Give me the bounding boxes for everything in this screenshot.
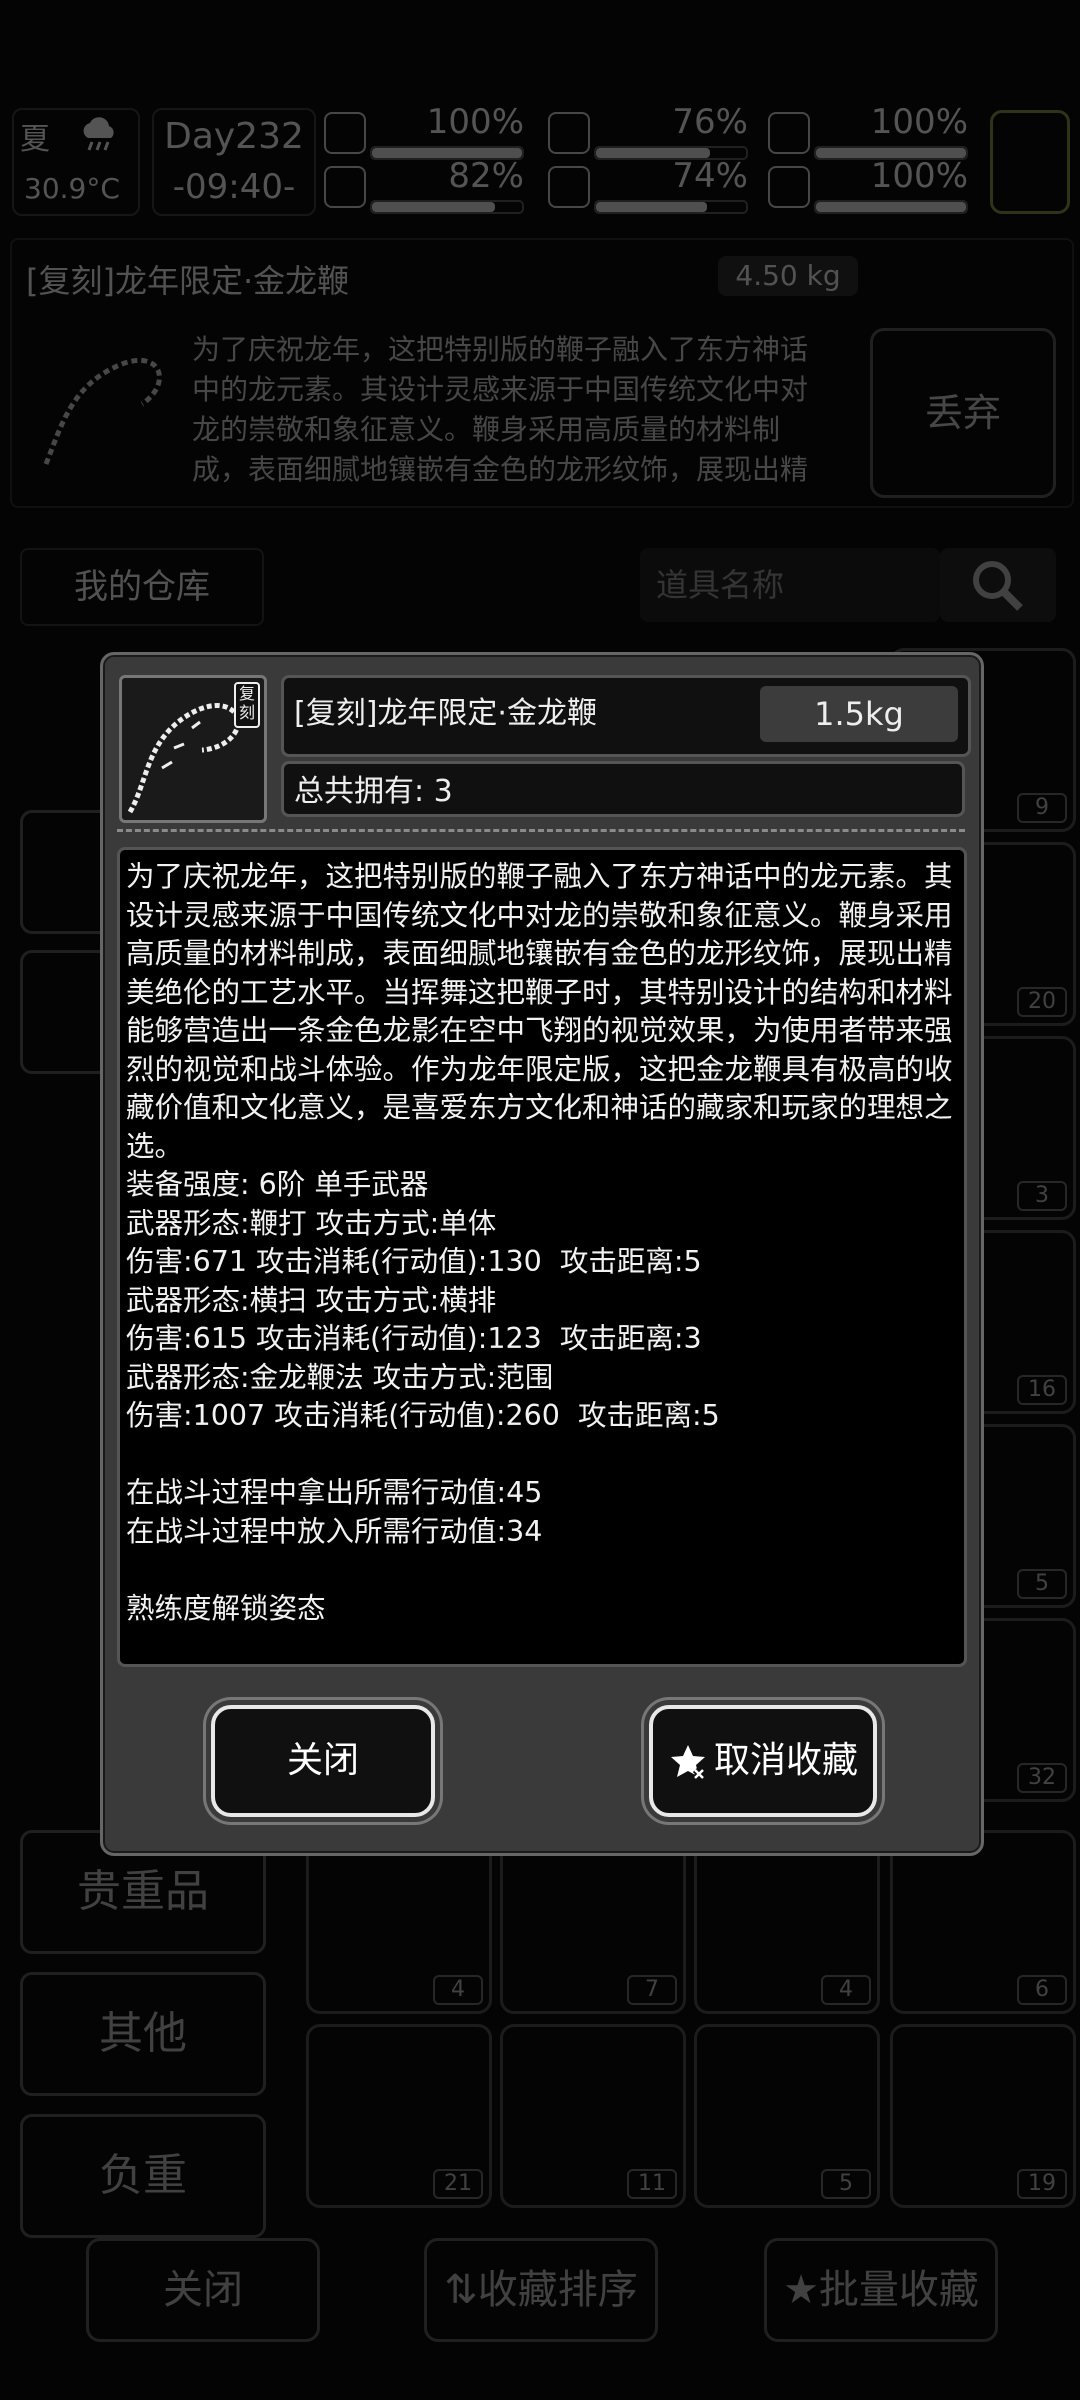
item-count: 21 (433, 2169, 483, 2199)
sort-icon: ⇅ (444, 2267, 478, 2313)
day-counter: Day232 (164, 116, 304, 157)
medkit-icon (324, 112, 366, 154)
stat-value: 100% (426, 102, 524, 142)
item-weight: 4.50 kg (718, 256, 858, 296)
item-count: 7 (627, 1975, 677, 2005)
inventory-slot[interactable]: 7 (500, 1830, 686, 2014)
status-bar: 夏 30.9°C Day232 -09:40- 100% 76% 100% 82% 74… (0, 100, 1080, 224)
item-name: [复刻]龙年限定·金龙鞭 (294, 696, 597, 731)
tab-my-warehouse[interactable]: 我的仓库 (20, 548, 264, 626)
inventory-slot[interactable]: 4 (306, 1830, 492, 2014)
equipped-slot[interactable] (990, 110, 1070, 214)
stat-bar (814, 200, 968, 214)
stomach-icon (548, 112, 590, 154)
star-icon: ★ (783, 2267, 819, 2313)
stat-value: 100% (870, 102, 968, 142)
category-tab[interactable]: 其他 (20, 1972, 266, 2096)
item-count: 3 (1017, 1181, 1067, 1211)
bladder-icon (768, 112, 810, 154)
season-label: 夏 (20, 122, 50, 157)
bottom-action-bar: 关闭 ⇅收藏排序 ★批量收藏 (0, 2196, 1080, 2400)
item-count: 4 (433, 1975, 483, 2005)
selected-item-panel: [复刻]龙年限定·金龙鞭 4.50 kg 为了庆祝龙年，这把特别版的鞭子融入了东… (10, 238, 1074, 508)
item-count: 19 (1017, 2169, 1067, 2199)
stat-meter: 74% (548, 156, 748, 218)
item-thumbnail: 复刻 (119, 675, 267, 823)
item-description: 为了庆祝龙年，这把特别版的鞭子融入了东方神话中的龙元素。其设计灵感来源于中国传统… (126, 860, 953, 1625)
item-count: 9 (1017, 793, 1067, 823)
item-count: 6 (1017, 1975, 1067, 2005)
search-button[interactable] (940, 548, 1056, 622)
close-button[interactable]: 关闭 (86, 2238, 320, 2342)
stat-bar (594, 200, 748, 214)
boot-icon (324, 166, 366, 208)
clock: -09:40- (172, 167, 296, 207)
item-count: 32 (1017, 1763, 1067, 1793)
stat-meter: 100% (768, 156, 968, 218)
stat-value: 74% (672, 156, 748, 196)
item-name-row: [复刻]龙年限定·金龙鞭 1.5kg (281, 675, 971, 757)
inventory-slot[interactable]: 11 (500, 2024, 686, 2208)
whip-icon (43, 357, 162, 465)
favorite-sort-label: 收藏排序 (477, 2267, 638, 2313)
item-name: [复刻]龙年限定·金龙鞭 (26, 262, 350, 300)
unfavorite-button[interactable]: 取消收藏 (649, 1705, 877, 1817)
favorite-sort-button[interactable]: ⇅收藏排序 (424, 2238, 658, 2342)
stat-value: 76% (672, 102, 748, 142)
item-count: 5 (821, 2169, 871, 2199)
season-weather-panel: 夏 30.9°C (12, 108, 140, 216)
item-detail-dialog: 复刻 [复刻]龙年限定·金龙鞭 1.5kg 总共拥有: 3 为了庆祝龙年，这把特… (100, 652, 984, 1856)
stat-bar-fill (372, 202, 495, 212)
item-weight: 1.5kg (760, 686, 958, 742)
inventory-slot[interactable]: 19 (890, 2024, 1076, 2208)
inventory-slot[interactable]: 4 (694, 1830, 880, 2014)
stat-value: 100% (870, 156, 968, 196)
day-time-panel: Day232 -09:40- (152, 108, 316, 216)
stat-bar (370, 200, 524, 214)
temperature: 30.9°C (24, 172, 120, 205)
item-count: 20 (1017, 987, 1067, 1017)
star-remove-icon (670, 1745, 706, 1781)
inventory-slot[interactable]: 21 (306, 2024, 492, 2208)
item-count: 11 (627, 2169, 677, 2199)
stat-value: 82% (448, 156, 524, 196)
stat-meter: 82% (324, 156, 524, 218)
description-panel[interactable]: 为了庆祝龙年，这把特别版的鞭子融入了东方神话中的龙元素。其设计灵感来源于中国传统… (117, 847, 967, 1667)
heart-icon (768, 166, 810, 208)
stat-bar-fill (816, 202, 966, 212)
water-drop-icon (548, 166, 590, 208)
batch-favorite-label: 批量收藏 (818, 2267, 979, 2313)
item-count: 16 (1017, 1375, 1067, 1405)
item-description: 为了庆祝龙年，这把特别版的鞭子融入了东方神话中的龙元素。其设计灵感来源于中国传统… (192, 333, 809, 486)
batch-favorite-button[interactable]: ★批量收藏 (764, 2238, 998, 2342)
search-icon (973, 561, 1023, 611)
inventory-slot[interactable]: 6 (890, 1830, 1076, 2014)
unfavorite-label: 取消收藏 (713, 1740, 858, 1781)
divider (117, 829, 965, 832)
stat-bar-fill (596, 202, 707, 212)
item-count: 5 (1017, 1569, 1067, 1599)
discard-button[interactable]: 丢弃 (870, 328, 1056, 498)
rain-cloud-icon (83, 117, 114, 151)
owned-count: 总共拥有: 3 (281, 761, 965, 817)
reissue-badge: 复刻 (234, 682, 260, 728)
item-count: 4 (821, 1975, 871, 2005)
search-input[interactable]: 道具名称 (640, 548, 940, 622)
close-button[interactable]: 关闭 (211, 1705, 435, 1817)
inventory-slot[interactable]: 5 (694, 2024, 880, 2208)
